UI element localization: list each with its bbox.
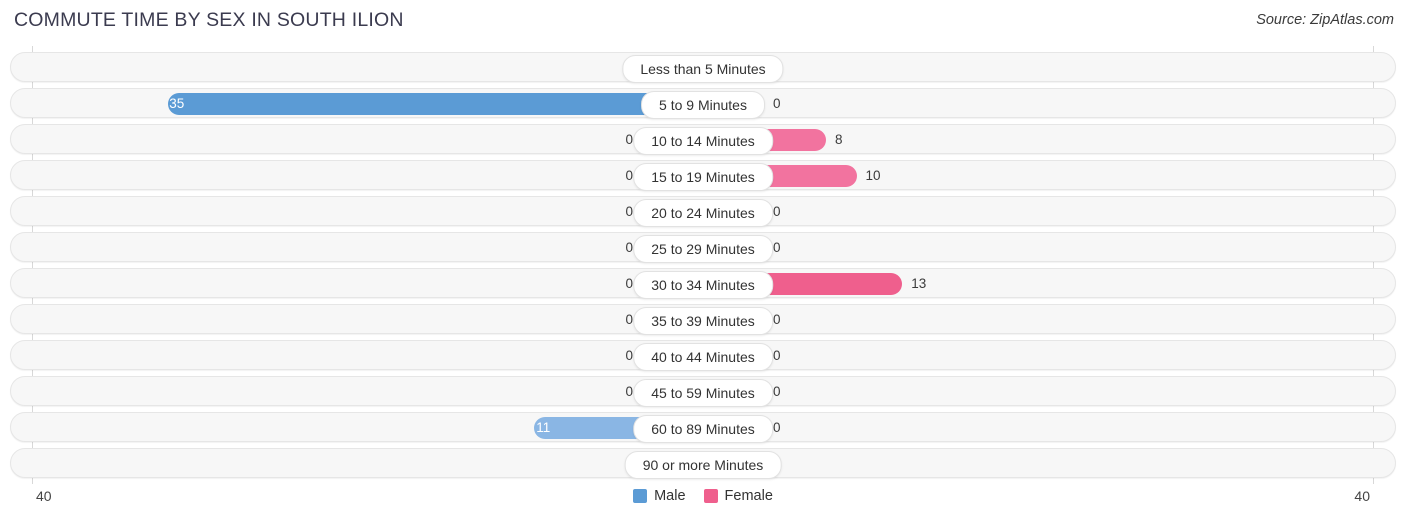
- category-label: 45 to 59 Minutes: [633, 379, 773, 407]
- chart-row-inner: 0 13 30 to 34 Minutes: [11, 269, 1395, 299]
- bar-value-female: 0: [773, 420, 781, 435]
- legend-swatch-male: [633, 489, 648, 503]
- legend-label-male: Male: [654, 488, 686, 504]
- chart-row[interactable]: 0 13 30 to 34 Minutes: [10, 268, 1396, 299]
- page-title: COMMUTE TIME BY SEX IN SOUTH ILION: [14, 9, 404, 31]
- bar-value-female: 0: [773, 240, 781, 255]
- source-attribution: Source: ZipAtlas.com: [1256, 12, 1394, 28]
- legend-label-female: Female: [724, 488, 773, 504]
- bar-value-male: 0: [625, 204, 633, 219]
- chart-row-inner: 0 0 25 to 29 Minutes: [11, 233, 1395, 263]
- legend-item-male[interactable]: Male: [633, 488, 686, 504]
- chart-row-inner: 0 0 35 to 39 Minutes: [11, 305, 1395, 335]
- chart-row[interactable]: 35 0 5 to 9 Minutes: [10, 88, 1396, 119]
- bar-value-male: 0: [625, 276, 633, 291]
- category-label: 5 to 9 Minutes: [641, 91, 765, 119]
- bar-value-female: 0: [773, 96, 781, 111]
- bar-value-male: 0: [625, 132, 633, 147]
- chart-row[interactable]: 0090 or more Minutes: [10, 448, 1396, 479]
- chart-row-inner: 0090 or more Minutes: [11, 449, 1395, 479]
- category-label: 40 to 44 Minutes: [633, 343, 773, 371]
- chart-row[interactable]: 0 8 10 to 14 Minutes: [10, 124, 1396, 155]
- bar-value-female: 10: [865, 168, 881, 183]
- chart-row-inner: 0 10 15 to 19 Minutes: [11, 161, 1395, 191]
- bar-value-female: 0: [773, 312, 781, 327]
- category-label: 30 to 34 Minutes: [633, 271, 773, 299]
- chart-row[interactable]: 00Less than 5 Minutes: [10, 52, 1396, 83]
- chart-row[interactable]: 0 0 35 to 39 Minutes: [10, 304, 1396, 335]
- chart-row-inner: 0 8 10 to 14 Minutes: [11, 125, 1395, 155]
- chart-row-inner: 11 0 60 to 89 Minutes: [11, 413, 1395, 443]
- chart-row[interactable]: 11 0 60 to 89 Minutes: [10, 412, 1396, 443]
- chart-row-inner: 0 0 40 to 44 Minutes: [11, 341, 1395, 371]
- chart-row[interactable]: 0 0 20 to 24 Minutes: [10, 196, 1396, 227]
- category-label: 15 to 19 Minutes: [633, 163, 773, 191]
- category-label: Less than 5 Minutes: [622, 55, 784, 83]
- chart-row[interactable]: 0 0 40 to 44 Minutes: [10, 340, 1396, 371]
- bar-value-male: 0: [625, 168, 633, 183]
- chart-row-inner: 0 0 20 to 24 Minutes: [11, 197, 1395, 227]
- bar-value-female: 13: [911, 276, 927, 291]
- category-label: 35 to 39 Minutes: [633, 307, 773, 335]
- bar-value-female: 0: [773, 384, 781, 399]
- chart-header: COMMUTE TIME BY SEX IN SOUTH ILION Sourc…: [0, 0, 1406, 42]
- category-label: 90 or more Minutes: [624, 451, 782, 479]
- legend-item-female[interactable]: Female: [703, 488, 773, 504]
- chart-root: COMMUTE TIME BY SEX IN SOUTH ILION Sourc…: [0, 0, 1406, 522]
- bar-value-male: 0: [625, 312, 633, 327]
- bar-value-male: 11: [536, 420, 551, 435]
- chart-legend: Male Female: [0, 488, 1406, 504]
- legend-swatch-female: [703, 489, 718, 503]
- bar-value-male: 0: [625, 240, 633, 255]
- bar-value-female: 0: [773, 204, 781, 219]
- chart-row-inner: 00Less than 5 Minutes: [11, 53, 1395, 83]
- chart-row[interactable]: 0 0 25 to 29 Minutes: [10, 232, 1396, 263]
- category-label: 25 to 29 Minutes: [633, 235, 773, 263]
- bar-value-male: 35: [169, 96, 185, 111]
- chart-footer: 40 40 Male Female: [0, 484, 1406, 522]
- chart-row-inner: 35 0 5 to 9 Minutes: [11, 89, 1395, 119]
- chart-row[interactable]: 0 0 45 to 59 Minutes: [10, 376, 1396, 407]
- bar-value-female: 0: [773, 348, 781, 363]
- category-label: 20 to 24 Minutes: [633, 199, 773, 227]
- plot-area: 00Less than 5 Minutes3505 to 9 Minutes08…: [0, 46, 1406, 484]
- bar-value-male: 0: [625, 348, 633, 363]
- category-label: 60 to 89 Minutes: [633, 415, 773, 443]
- chart-row-inner: 0 0 45 to 59 Minutes: [11, 377, 1395, 407]
- bar-value-female: 8: [835, 132, 843, 147]
- bar-male[interactable]: [168, 93, 702, 115]
- chart-row[interactable]: 0 10 15 to 19 Minutes: [10, 160, 1396, 191]
- category-label: 10 to 14 Minutes: [633, 127, 773, 155]
- bar-value-male: 0: [625, 384, 633, 399]
